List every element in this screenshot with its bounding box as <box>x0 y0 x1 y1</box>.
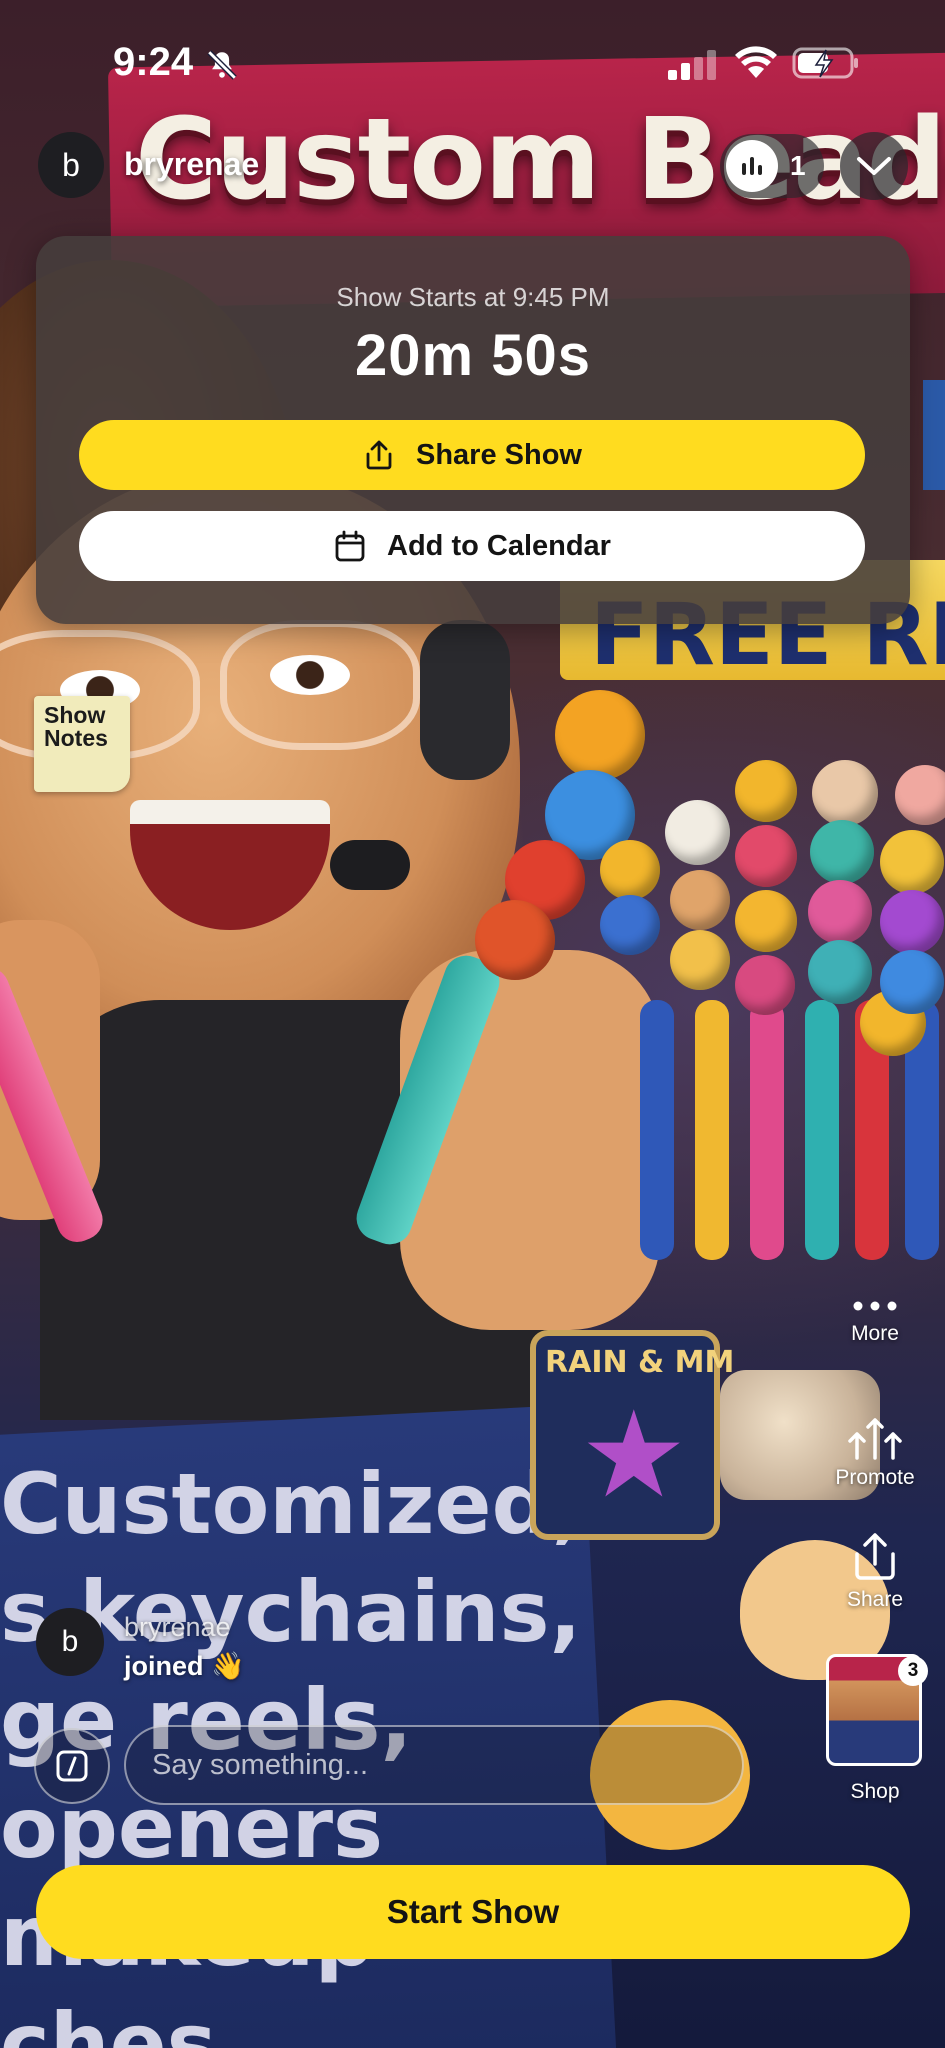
shop-label[interactable]: Shop <box>820 1780 930 1804</box>
bar-chart-icon <box>726 140 778 192</box>
slash-command-icon <box>56 1750 88 1782</box>
chat-avatar-letter: b <box>61 1625 79 1658</box>
show-start-time: Show Starts at 9:45 PM <box>336 282 610 312</box>
promote-button[interactable]: Promote <box>820 1416 930 1490</box>
cellular-signal-icon <box>668 50 716 80</box>
shop-count-badge: 3 <box>898 1656 928 1686</box>
commands-button[interactable] <box>34 1728 110 1804</box>
status-time: 9:24 <box>113 40 194 84</box>
add-to-calendar-label: Add to Calendar <box>387 529 611 562</box>
countdown-card: Show Starts at 9:45 PM 20m 50s Share Sho… <box>36 236 910 624</box>
start-show-button[interactable]: Start Show <box>36 1865 910 1959</box>
share-label: Share <box>846 1588 904 1611</box>
host-name[interactable]: bryrenae <box>124 146 259 183</box>
share-show-button[interactable]: Share Show <box>79 420 865 490</box>
silent-mode-icon <box>207 50 237 80</box>
chat-input[interactable]: Say something... <box>124 1725 744 1805</box>
share-icon <box>855 1533 895 1580</box>
chevron-down-icon <box>857 157 891 175</box>
start-show-label: Start Show <box>386 1893 560 1930</box>
share-show-label: Share Show <box>416 438 582 471</box>
show-notes-line1: Show <box>44 702 106 728</box>
battery-charging-icon <box>792 47 858 79</box>
countdown-timer: 20m 50s <box>355 323 591 388</box>
wifi-icon <box>735 46 777 78</box>
status-bar: 9:24 <box>0 0 945 130</box>
show-notes-button[interactable]: Show Notes <box>34 696 130 792</box>
calendar-icon <box>335 530 365 562</box>
viewers-button[interactable]: 1 <box>720 134 824 198</box>
chat-username[interactable]: bryrenae <box>124 1612 231 1643</box>
background-keychain-text: RAIN & MM <box>545 1345 735 1380</box>
promote-label: Promote <box>835 1466 915 1489</box>
chat-avatar[interactable]: b <box>36 1608 104 1676</box>
share-icon <box>366 440 392 470</box>
viewer-count: 1 <box>790 150 806 181</box>
promote-arrows-icon <box>848 1418 902 1460</box>
more-dots-icon <box>853 1301 897 1311</box>
host-avatar[interactable]: b <box>38 132 104 198</box>
share-button[interactable]: Share <box>820 1530 930 1612</box>
add-to-calendar-button[interactable]: Add to Calendar <box>79 511 865 581</box>
more-button[interactable]: More <box>820 1296 930 1346</box>
host-avatar-letter: b <box>62 146 80 183</box>
collapse-button[interactable] <box>840 132 908 200</box>
more-label: More <box>851 1322 899 1345</box>
show-notes-line2: Notes <box>44 725 108 751</box>
chat-message: joined 👋 <box>124 1651 245 1681</box>
